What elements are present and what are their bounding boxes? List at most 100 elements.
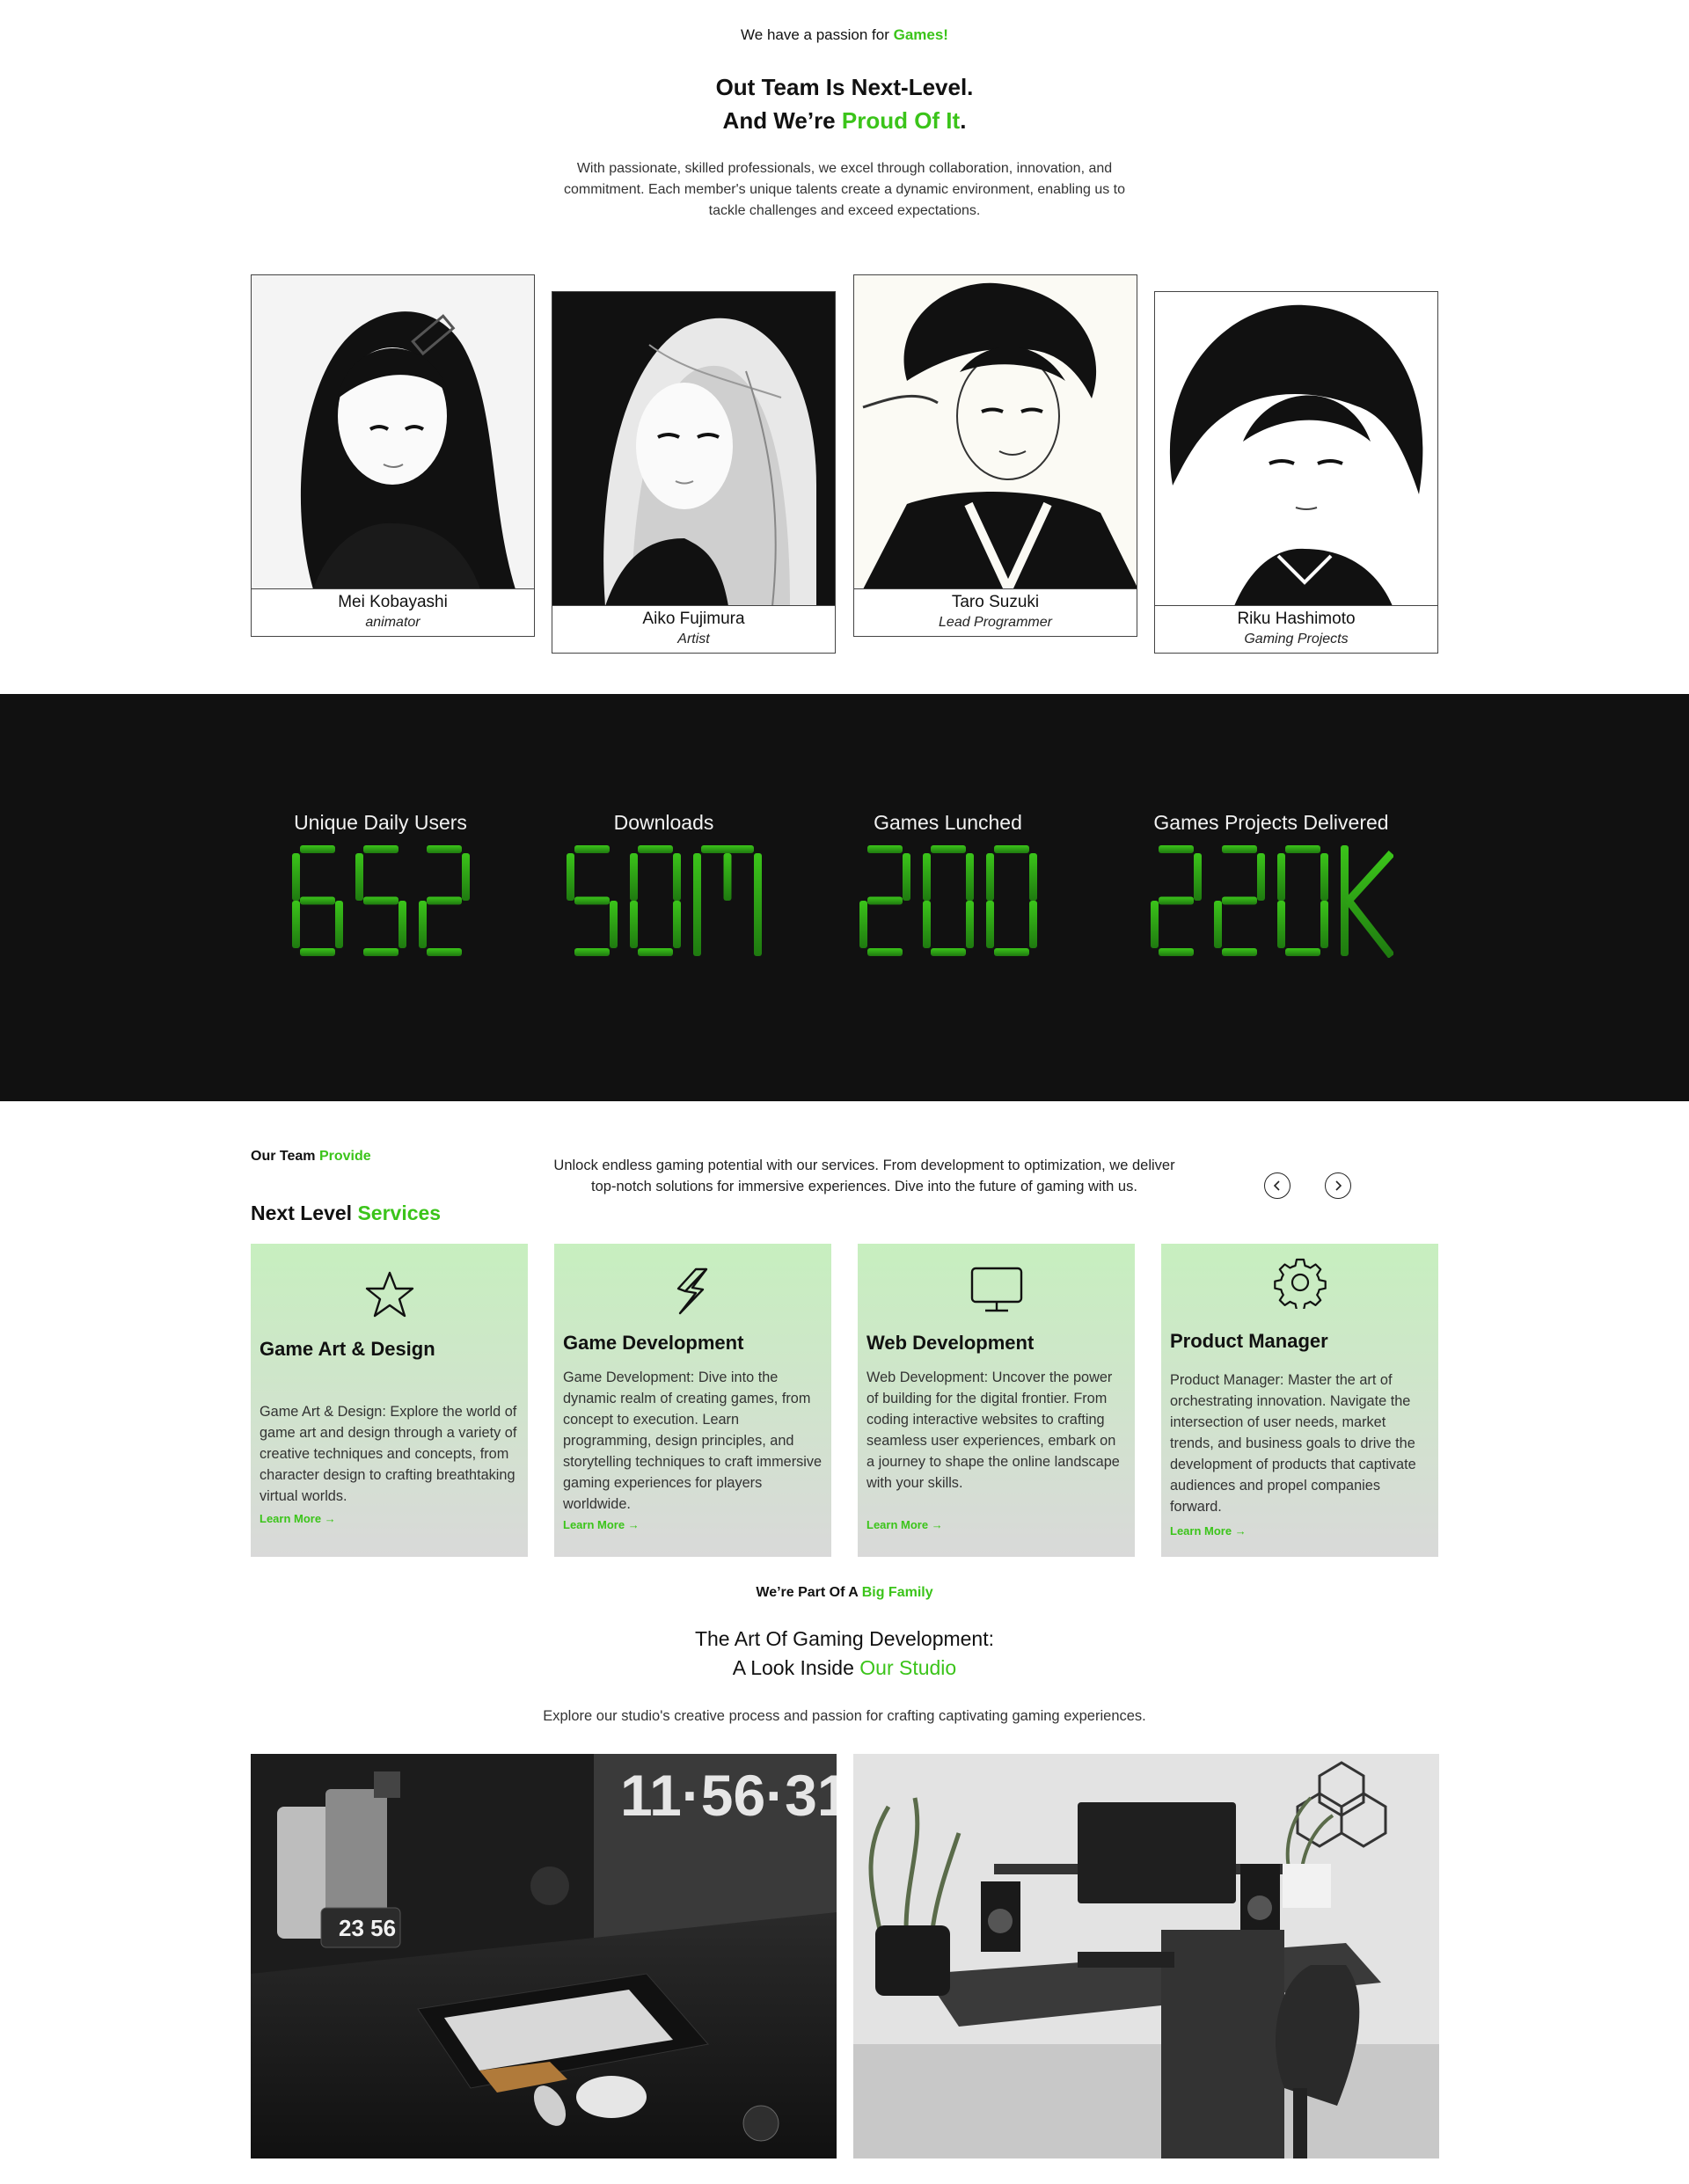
digit-segment <box>1159 948 1194 956</box>
service-text: Web Development: Uncover the power of bu… <box>866 1370 1120 1491</box>
digit-segment <box>629 853 638 901</box>
stat-downloads: Downloads <box>538 811 789 958</box>
digit-segment <box>1151 901 1159 948</box>
wall-clock-display: 11·56·31 <box>620 1763 837 1828</box>
digit-segment <box>1345 850 1393 958</box>
digit-segment <box>299 948 335 956</box>
chevron-right-icon <box>1335 1180 1342 1191</box>
digit-segment <box>930 948 966 956</box>
star-icon <box>251 1270 528 1319</box>
digit-segment <box>965 853 974 901</box>
learn-more-link[interactable]: Learn More → <box>1170 1524 1247 1538</box>
digit-segment <box>1214 901 1222 948</box>
digit-segment <box>426 845 462 853</box>
studio-title-line2-prefix: A Look Inside <box>732 1656 860 1679</box>
digit-segment <box>930 845 966 853</box>
stat-value <box>823 844 1073 958</box>
digit-segment <box>398 901 406 948</box>
stat-games-launched: Games Lunched <box>823 811 1073 958</box>
learn-more-link[interactable]: Learn More → <box>563 1518 640 1531</box>
studio-photo-grey-room <box>853 1754 1439 2158</box>
team-eyebrow: We have a passion for Games! <box>0 26 1689 44</box>
portrait-image <box>252 275 534 589</box>
service-card-web-dev[interactable]: Web Development Web Development: Uncover… <box>858 1244 1135 1557</box>
digit-segment <box>426 948 462 956</box>
studio-title: The Art Of Gaming Development: A Look In… <box>0 1625 1689 1683</box>
stat-value <box>1104 844 1438 958</box>
stat-digit <box>1214 845 1265 956</box>
team-card-taro[interactable]: Taro Suzuki Lead Programmer <box>853 274 1137 637</box>
member-role: Artist <box>677 632 710 646</box>
member-name: Taro Suzuki <box>951 593 1040 611</box>
digit-segment <box>1028 901 1037 948</box>
team-card-riku[interactable]: Riku Hashimoto Gaming Projects <box>1154 291 1438 654</box>
stat-digit <box>1151 845 1202 956</box>
digit-segment <box>355 853 363 901</box>
stat-label: Games Lunched <box>874 811 1022 834</box>
learn-more-link[interactable]: Learn More → <box>260 1512 336 1525</box>
digit-segment <box>637 948 673 956</box>
digit-segment <box>362 948 398 956</box>
digit-segment <box>418 901 427 948</box>
team-card-mei[interactable]: Mei Kobayashi animator <box>251 274 535 637</box>
stat-digit <box>985 845 1037 956</box>
digit-segment <box>1159 845 1194 853</box>
digit-segment <box>985 901 994 948</box>
services-eyebrow: Our Team Provide <box>251 1149 371 1165</box>
digit-segment <box>291 853 300 901</box>
stats-band: Unique Daily Users Downloads Games Lunch… <box>0 694 1689 1101</box>
stat-value <box>538 844 789 958</box>
team-eyebrow-accent: Games! <box>893 26 948 43</box>
stat-projects-delivered: Games Projects Delivered <box>1104 811 1438 958</box>
digit-segment <box>1285 845 1320 853</box>
next-button[interactable] <box>1325 1172 1351 1199</box>
digit-segment <box>692 853 701 956</box>
stat-digit <box>566 845 618 956</box>
learn-more-label: Learn More <box>1170 1524 1232 1538</box>
service-card-product-manager[interactable]: Product Manager Product Manager: Master … <box>1161 1244 1438 1557</box>
digit-segment <box>1341 845 1349 956</box>
digit-segment <box>362 896 398 905</box>
digit-segment <box>299 845 335 853</box>
team-title-line1: Out Team Is Next-Level. <box>715 74 974 100</box>
arrow-right-icon: → <box>627 1518 640 1531</box>
digit-segment <box>1285 948 1320 956</box>
stat-digit-display <box>291 845 470 956</box>
services-description: Unlock endless gaming potential with our… <box>553 1158 1175 1194</box>
digit-segment <box>1277 853 1285 901</box>
team-title-line2-suffix: . <box>960 107 967 134</box>
digit-segment <box>1320 853 1328 901</box>
digit-segment <box>461 853 470 901</box>
digit-segment <box>753 853 762 956</box>
studio-description: Explore our studio's creative process an… <box>543 1708 1146 1724</box>
digit-segment <box>1222 845 1257 853</box>
service-title: Product Manager <box>1170 1330 1328 1352</box>
digit-segment <box>922 901 931 948</box>
digit-segment <box>566 853 574 901</box>
service-card-game-art[interactable]: Game Art & Design Game Art & Design: Exp… <box>251 1244 528 1557</box>
learn-more-label: Learn More <box>563 1518 625 1531</box>
digit-segment <box>574 896 610 905</box>
service-card-game-dev[interactable]: Game Development Game Development: Dive … <box>554 1244 831 1557</box>
digit-segment <box>1222 948 1257 956</box>
digit-segment <box>922 853 931 901</box>
desk-clock-display: 23 56 <box>339 1915 396 1941</box>
stat-digit <box>1277 845 1328 956</box>
service-title: Web Development <box>866 1332 1035 1354</box>
services-eyebrow-text: Our Team <box>251 1149 319 1164</box>
digit-segment <box>1277 901 1285 948</box>
team-title-accent: Proud Of It <box>841 107 961 134</box>
service-text: Product Manager: Master the art of orche… <box>1170 1372 1416 1515</box>
prev-button[interactable] <box>1264 1172 1291 1199</box>
digit-segment <box>993 845 1029 853</box>
lightning-icon <box>554 1267 831 1316</box>
digit-segment <box>291 901 300 948</box>
arrow-right-icon: → <box>1234 1524 1247 1538</box>
stat-digit-display <box>1151 845 1393 958</box>
learn-more-link[interactable]: Learn More → <box>866 1518 943 1531</box>
stat-label: Games Projects Delivered <box>1153 811 1389 834</box>
digit-segment <box>574 948 610 956</box>
team-card-aiko[interactable]: Aiko Fujimura Artist <box>552 291 836 654</box>
digit-segment <box>299 896 335 905</box>
digit-segment <box>723 853 731 901</box>
